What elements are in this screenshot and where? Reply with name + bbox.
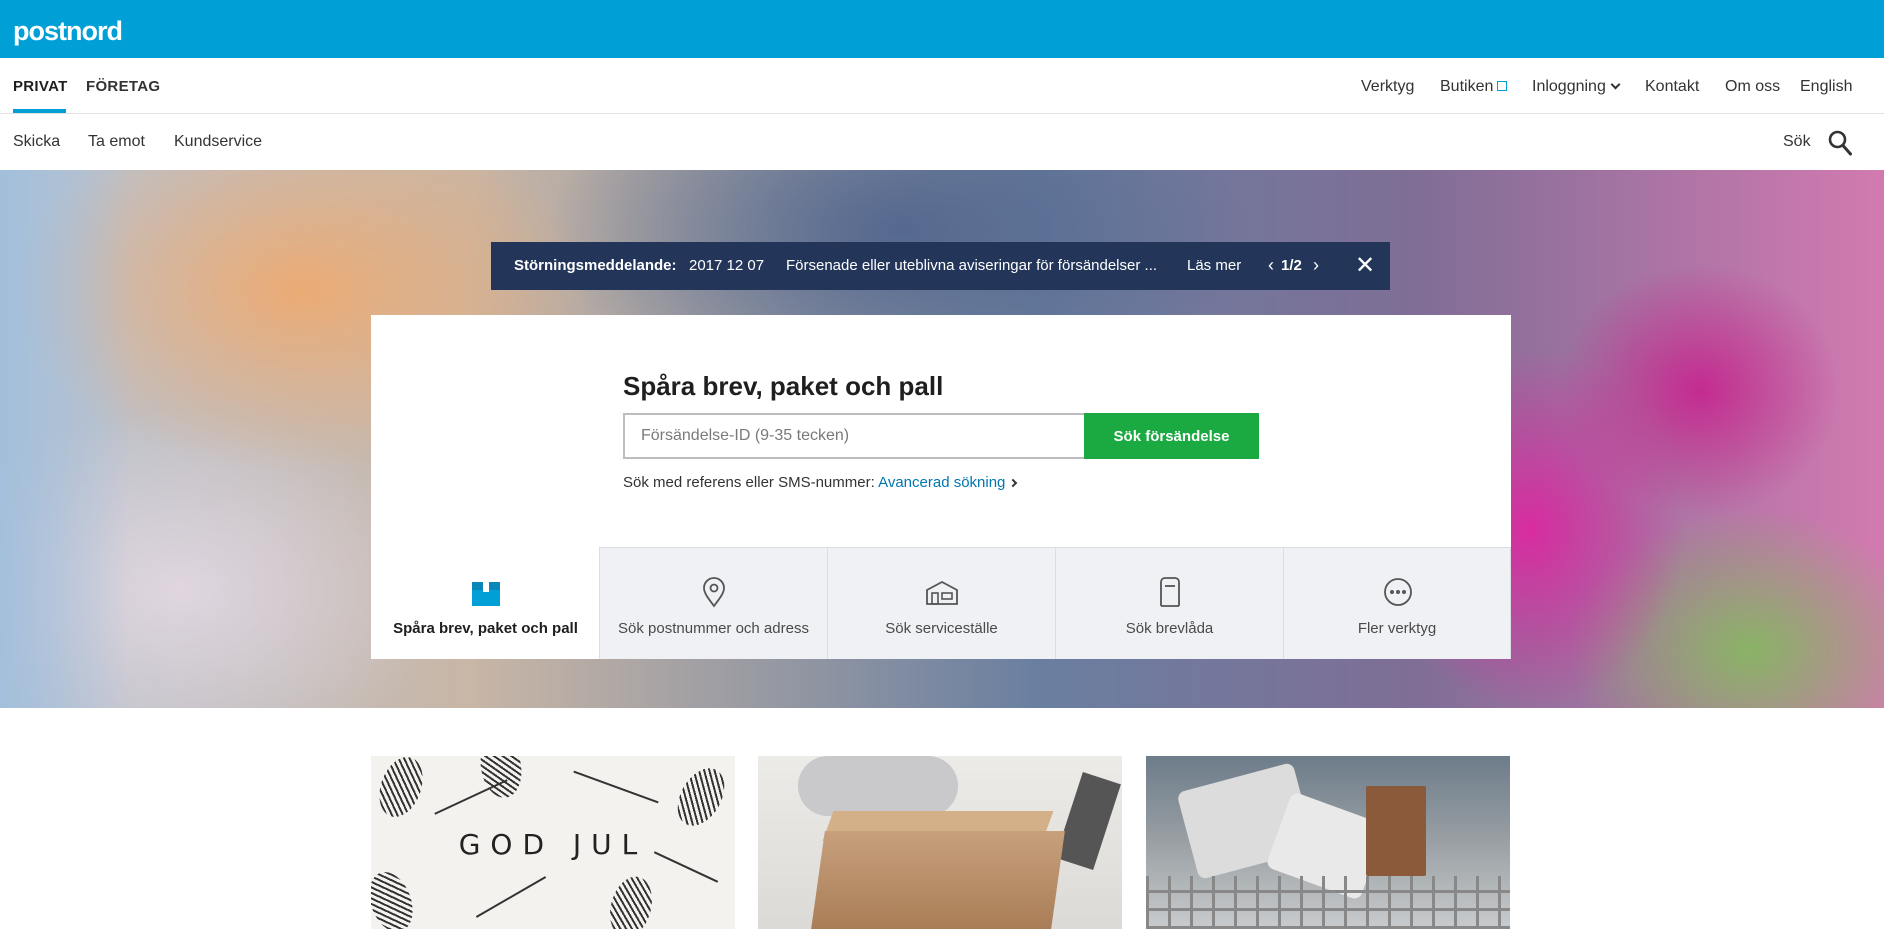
mailbox-icon (1160, 577, 1180, 607)
secondary-nav: Skicka Ta emot Kundservice Sök (0, 114, 1884, 170)
cart-illustration (1146, 876, 1510, 929)
tool-postal-code[interactable]: Sök postnummer och adress (599, 547, 827, 659)
parcel-illustration (811, 831, 1065, 929)
tool-label: Fler verktyg (1357, 620, 1437, 637)
nav-link-english[interactable]: English (1800, 78, 1852, 96)
search-shipment-button[interactable]: Sök försändelse (1084, 413, 1259, 459)
pinecone-illustration (475, 756, 527, 802)
tile-parcel[interactable] (758, 756, 1122, 929)
branch-illustration (573, 770, 659, 804)
alert-next-icon[interactable]: › (1313, 255, 1319, 276)
more-dots-icon (1384, 578, 1412, 606)
segment-privat[interactable]: PRIVAT (13, 78, 68, 95)
tile-god-jul[interactable]: GOD JUL (371, 756, 735, 929)
shipment-id-input[interactable] (623, 413, 1084, 459)
pinecone-illustration (668, 760, 734, 834)
tool-label: Sök serviceställe (885, 620, 998, 637)
location-pin-icon (703, 577, 725, 608)
parcel-box-icon (472, 582, 500, 606)
nav-link-butiken-label: Butiken (1440, 78, 1494, 95)
machine-illustration (1366, 786, 1426, 876)
nav-link-verktyg[interactable]: Verktyg (1361, 78, 1414, 96)
alert-pager: 1/2 (1281, 257, 1302, 274)
tool-more[interactable]: Fler verktyg (1283, 547, 1511, 659)
search-label[interactable]: Sök (1783, 133, 1811, 151)
tool-service-point[interactable]: Sök serviceställe (827, 547, 1055, 659)
alert-date: 2017 12 07 (689, 257, 765, 274)
chevron-right-icon (1009, 478, 1018, 488)
nav-link-butiken[interactable]: Butiken (1440, 78, 1508, 96)
tile-mail-sorting[interactable] (1146, 756, 1510, 929)
external-link-icon (1497, 81, 1508, 91)
service-point-icon (926, 580, 958, 605)
pinecone-illustration (603, 871, 659, 929)
segment-foretag[interactable]: FÖRETAG (86, 78, 160, 95)
alert-text: Försenade eller uteblivna aviseringar fö… (786, 257, 1158, 274)
tools-row: Spåra brev, paket och pall Sök postnumme… (371, 547, 1511, 659)
nav-link-inloggning[interactable]: Inloggning (1532, 78, 1621, 96)
pinecone-illustration (371, 866, 421, 929)
active-segment-indicator (13, 109, 66, 113)
arm-illustration (798, 756, 958, 816)
tablet-illustration (1055, 772, 1121, 870)
nav-link-kontakt[interactable]: Kontakt (1645, 78, 1699, 96)
primary-nav: PRIVAT FÖRETAG Verktyg Butiken Inloggnin… (0, 58, 1884, 114)
alert-title: Störningsmeddelande: (514, 257, 677, 274)
tool-label: Sök postnummer och adress (618, 620, 809, 637)
nav-link-ta-emot[interactable]: Ta emot (88, 133, 145, 151)
postnord-logo[interactable]: postnord (13, 16, 123, 47)
tool-track-parcel[interactable]: Spåra brev, paket och pall (371, 547, 599, 659)
nav-link-inloggning-label: Inloggning (1532, 78, 1606, 95)
close-icon[interactable]: ✕ (1355, 251, 1375, 280)
hero-image-blur (0, 170, 130, 708)
tool-mailbox[interactable]: Sök brevlåda (1055, 547, 1283, 659)
search-icon[interactable] (1828, 130, 1852, 156)
nav-link-skicka[interactable]: Skicka (13, 133, 60, 151)
branch-illustration (475, 876, 547, 918)
advanced-search-prefix: Sök med referens eller SMS-nummer: (623, 474, 875, 491)
pinecone-illustration (371, 756, 431, 823)
alert-prev-icon[interactable]: ‹ (1268, 255, 1274, 276)
advanced-search-row: Sök med referens eller SMS-nummer: Avanc… (623, 474, 1018, 491)
advanced-search-link[interactable]: Avancerad sökning (878, 474, 1005, 491)
alert-read-more-link[interactable]: Läs mer (1187, 257, 1241, 274)
chevron-down-icon (1610, 79, 1621, 90)
branch-illustration (434, 779, 508, 815)
nav-link-om-oss[interactable]: Om oss (1725, 78, 1780, 96)
brand-bar: postnord (0, 0, 1884, 58)
tracking-title: Spåra brev, paket och pall (623, 371, 944, 401)
tool-label: Sök brevlåda (1125, 620, 1214, 637)
nav-link-kundservice[interactable]: Kundservice (174, 133, 262, 151)
disruption-alert: Störningsmeddelande: 2017 12 07 Försenad… (491, 242, 1390, 290)
tool-label: Spåra brev, paket och pall (393, 620, 578, 637)
god-jul-text: GOD JUL (458, 828, 648, 861)
